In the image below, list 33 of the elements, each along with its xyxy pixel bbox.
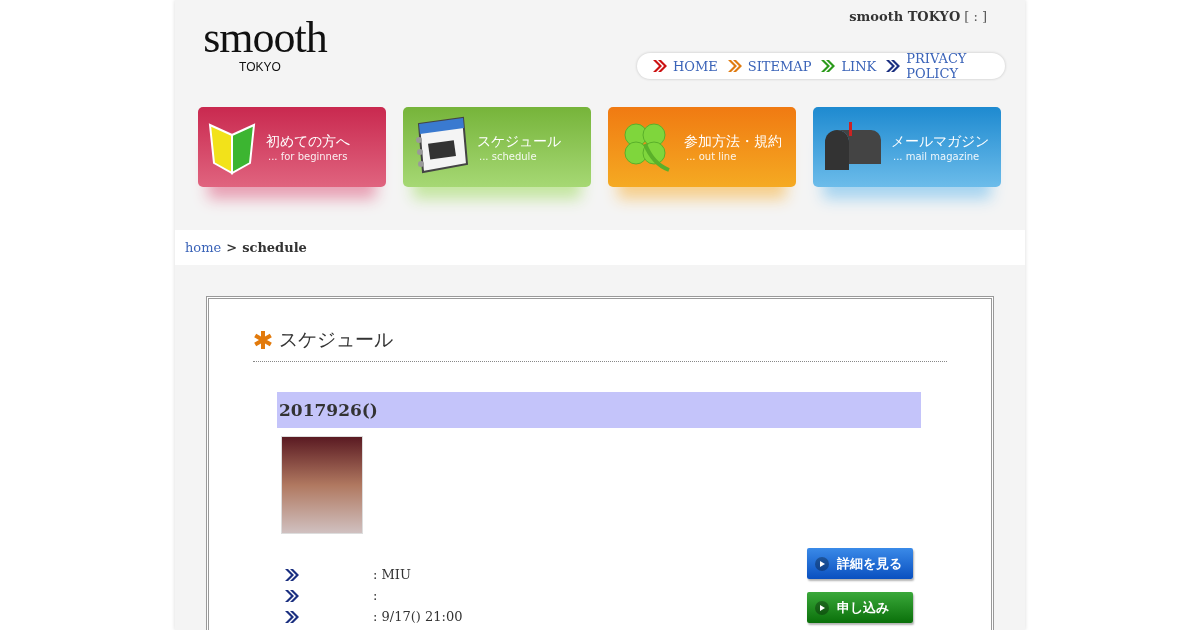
- info-value: : 9/17() 21:00: [373, 609, 463, 624]
- tile-subtitle: ... out line: [685, 150, 738, 162]
- details-button[interactable]: 詳細を見る: [807, 548, 913, 579]
- tile-title: メールマガジン: [891, 132, 989, 151]
- tile-title: 初めての方へ: [266, 132, 350, 151]
- nav-link[interactable]: HOME: [673, 58, 718, 74]
- tile-title: スケジュール: [477, 132, 561, 151]
- site-name: smooth TOKYO: [849, 9, 961, 24]
- nav-link[interactable]: SITEMAP: [747, 58, 812, 74]
- play-icon: [815, 600, 829, 615]
- apply-button[interactable]: 申し込み: [807, 592, 913, 623]
- breadcrumb-separator: >: [226, 240, 238, 255]
- nav-link[interactable]: LINK: [841, 58, 877, 74]
- tile-subtitle: ... for beginners: [267, 150, 349, 162]
- menu-tile[interactable]: 初めての方へ ... for beginners: [198, 107, 386, 187]
- site-suffix: [ : ]: [964, 9, 987, 24]
- tile-subtitle: ... schedule: [478, 150, 538, 162]
- breadcrumb-link[interactable]: home: [185, 240, 222, 255]
- tile-subtitle: ... mail magazine: [892, 150, 981, 162]
- date-heading: 2017926(): [277, 392, 921, 428]
- tile-title: 参加方法・規約: [684, 132, 782, 151]
- asterisk-icon: [253, 330, 273, 350]
- info-value: :: [373, 588, 378, 603]
- chevron-icon: [285, 589, 299, 602]
- logo-subtitle: TOKYO: [239, 60, 281, 74]
- info-value: : MIU: [373, 567, 411, 582]
- chevron-icon: [285, 568, 299, 581]
- chevron-icon: [285, 610, 299, 623]
- play-icon: [815, 556, 829, 571]
- breadcrumb-current: schedule: [242, 240, 307, 255]
- logo-text[interactable]: smooth: [203, 16, 327, 60]
- nav-link[interactable]: PRIVACY POLICY: [906, 51, 971, 81]
- section-title: スケジュール: [279, 327, 393, 352]
